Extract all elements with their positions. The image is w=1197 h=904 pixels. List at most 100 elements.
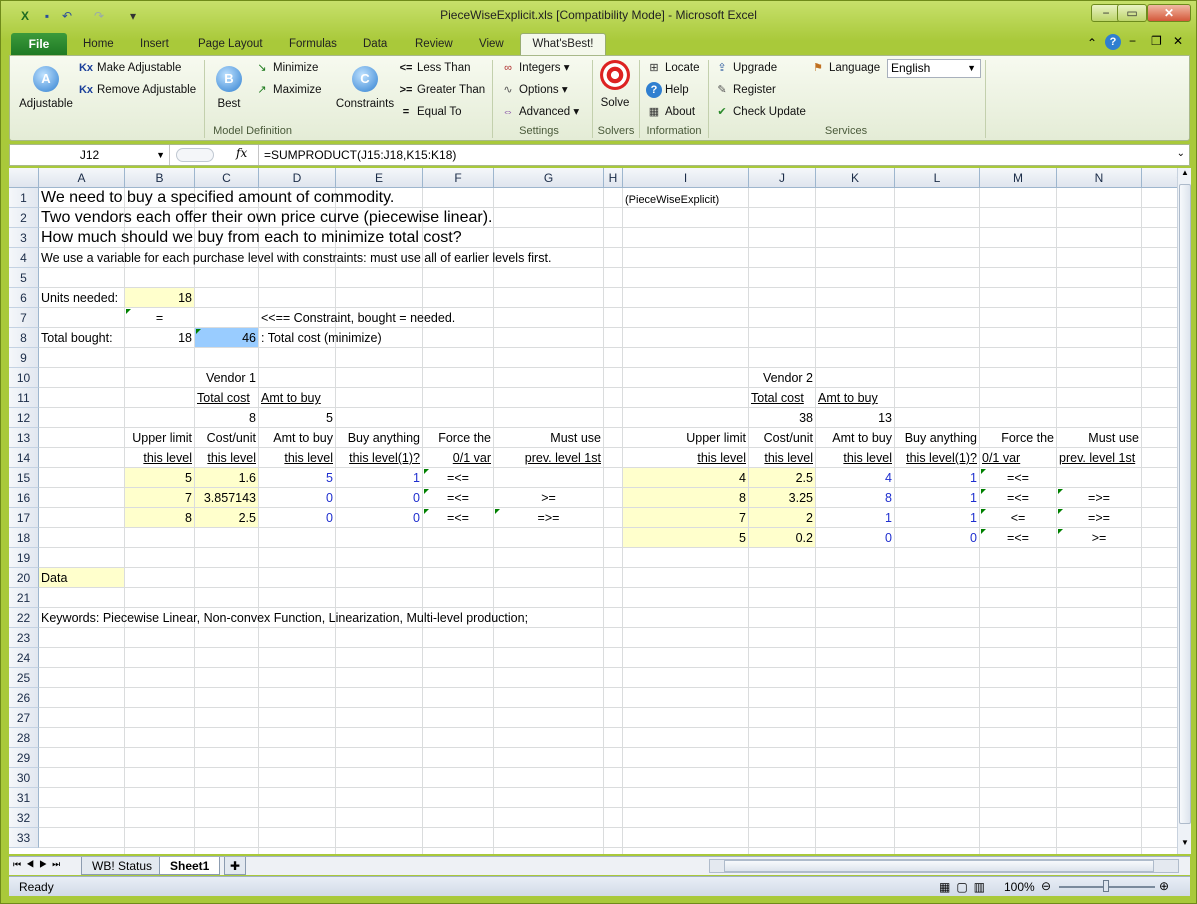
cell-b14[interactable]: this level	[125, 448, 194, 468]
row-header-29[interactable]: 29	[9, 748, 39, 768]
column-header-g[interactable]: G	[494, 168, 604, 188]
zoom-slider-thumb[interactable]	[1103, 880, 1109, 892]
column-header-e[interactable]: E	[336, 168, 423, 188]
cell-l16[interactable]: 1	[895, 488, 979, 508]
cell-a3[interactable]: How much should we buy from each to mini…	[39, 228, 464, 248]
formula-input[interactable]: =SUMPRODUCT(J15:J18,K15:K18)	[264, 145, 456, 165]
scroll-down-icon[interactable]: ▼	[1179, 838, 1191, 852]
cell-j11[interactable]: Total cost	[749, 388, 806, 408]
less-than-button[interactable]: <= Less Than	[398, 60, 471, 76]
maximize-window-button[interactable]: ▭	[1117, 4, 1147, 22]
cell-m17[interactable]: <=	[980, 508, 1056, 528]
cell-c10[interactable]: Vendor 1	[195, 368, 258, 388]
tab-data[interactable]: Data	[353, 34, 397, 55]
cell-b7[interactable]: =	[125, 308, 194, 328]
cell-c13[interactable]: Cost/unit	[195, 428, 258, 448]
cell-k11[interactable]: Amt to buy	[816, 388, 880, 408]
row-header-7[interactable]: 7	[9, 308, 39, 328]
insert-sheet-icon[interactable]: ✚	[224, 857, 247, 875]
cell-c16[interactable]: 3.857143	[195, 488, 258, 508]
cell-c11[interactable]: Total cost	[195, 388, 252, 408]
row-header-30[interactable]: 30	[9, 768, 39, 788]
upgrade-button[interactable]: ⇪ Upgrade	[714, 60, 777, 76]
register-button[interactable]: ✎ Register	[714, 82, 775, 98]
advanced-button[interactable]: ⇔ Advanced ▾	[500, 104, 580, 120]
row-header-21[interactable]: 21	[9, 588, 39, 608]
row-header-13[interactable]: 13	[9, 428, 39, 448]
cell-d14[interactable]: this level	[259, 448, 335, 468]
cell-l15[interactable]: 1	[895, 468, 979, 488]
minimize-button[interactable]: ↘ Minimize	[254, 60, 318, 76]
cell-a2[interactable]: Two vendors each offer their own price c…	[39, 208, 494, 228]
cell-d7[interactable]: <<== Constraint, bought = needed.	[259, 308, 457, 328]
cell-l18[interactable]: 0	[895, 528, 979, 548]
sheet-tab-sheet1[interactable]: Sheet1	[159, 857, 221, 875]
horizontal-scrollbar[interactable]	[709, 859, 1179, 873]
cell-n16[interactable]: =>=	[1057, 488, 1141, 508]
sheet-nav-arrows-icon[interactable]: ⏮◀▶⏭	[13, 859, 65, 870]
cell-g14[interactable]: prev. level 1st	[494, 448, 603, 468]
row-header-19[interactable]: 19	[9, 548, 39, 568]
row-header-23[interactable]: 23	[9, 628, 39, 648]
row-header-18[interactable]: 18	[9, 528, 39, 548]
vertical-scrollbar[interactable]: ▲ ▼	[1177, 168, 1191, 854]
best-button[interactable]: B Best	[210, 60, 248, 110]
row-header-26[interactable]: 26	[9, 688, 39, 708]
column-header-f[interactable]: F	[423, 168, 494, 188]
cell-n18[interactable]: >=	[1057, 528, 1141, 548]
cell-b15[interactable]: 5	[125, 468, 194, 488]
cell-f17[interactable]: =<=	[423, 508, 493, 528]
row-header-28[interactable]: 28	[9, 728, 39, 748]
maximize-button[interactable]: ↗ Maximize	[254, 82, 321, 98]
cell-i1[interactable]: (PieceWiseExplicit)	[623, 190, 721, 210]
solve-button[interactable]: Solve	[596, 58, 634, 109]
cell-k15[interactable]: 4	[816, 468, 894, 488]
cell-k17[interactable]: 1	[816, 508, 894, 528]
tab-page-layout[interactable]: Page Layout	[188, 34, 273, 55]
row-header-6[interactable]: 6	[9, 288, 39, 308]
row-header-9[interactable]: 9	[9, 348, 39, 368]
cell-m13[interactable]: Force the	[980, 428, 1056, 448]
cell-d12[interactable]: 5	[259, 408, 335, 428]
cell-c15[interactable]: 1.6	[195, 468, 258, 488]
cell-a8[interactable]: Total bought:	[39, 328, 115, 348]
cell-k12[interactable]: 13	[816, 408, 894, 428]
equal-to-button[interactable]: = Equal To	[398, 104, 462, 120]
column-header-h[interactable]: H	[604, 168, 623, 188]
cell-a20[interactable]: Data	[39, 568, 69, 588]
worksheet-grid[interactable]: ABCDEFGHIJKLMNO1234567891011121314151617…	[9, 168, 1177, 854]
close-window-button[interactable]: ✕	[1147, 4, 1191, 22]
cell-a4[interactable]: We use a variable for each purchase leve…	[39, 248, 553, 268]
row-header-33[interactable]: 33	[9, 828, 39, 848]
cell-f14[interactable]: 0/1 var	[423, 448, 493, 468]
row-header-16[interactable]: 16	[9, 488, 39, 508]
cell-k13[interactable]: Amt to buy	[816, 428, 894, 448]
language-select[interactable]: English ▼	[887, 59, 981, 78]
help-button[interactable]: ? Help	[646, 82, 689, 98]
cell-j16[interactable]: 3.25	[749, 488, 815, 508]
scroll-up-icon[interactable]: ▲	[1179, 168, 1191, 182]
doc-close-icon[interactable]: ✕	[1173, 34, 1183, 48]
greater-than-button[interactable]: >= Greater Than	[398, 82, 486, 98]
cell-a1[interactable]: We need to buy a specified amount of com…	[39, 188, 396, 208]
cell-j10[interactable]: Vendor 2	[749, 368, 815, 388]
cell-b6[interactable]: 18	[125, 288, 194, 308]
row-header-27[interactable]: 27	[9, 708, 39, 728]
cell-g13[interactable]: Must use	[494, 428, 603, 448]
cell-i13[interactable]: Upper limit	[623, 428, 748, 448]
cell-e17[interactable]: 0	[336, 508, 422, 528]
cell-l17[interactable]: 1	[895, 508, 979, 528]
row-header-1[interactable]: 1	[9, 188, 39, 208]
column-header-b[interactable]: B	[125, 168, 195, 188]
cell-e15[interactable]: 1	[336, 468, 422, 488]
scroll-thumb[interactable]	[1179, 184, 1191, 824]
cell-f16[interactable]: =<=	[423, 488, 493, 508]
row-header-5[interactable]: 5	[9, 268, 39, 288]
column-header-j[interactable]: J	[749, 168, 816, 188]
zoom-level[interactable]: 100%	[1004, 880, 1035, 894]
row-header-17[interactable]: 17	[9, 508, 39, 528]
tab-formulas[interactable]: Formulas	[279, 34, 347, 55]
tab-whatsbest[interactable]: What'sBest!	[520, 33, 606, 55]
row-header-2[interactable]: 2	[9, 208, 39, 228]
cell-d11[interactable]: Amt to buy	[259, 388, 323, 408]
